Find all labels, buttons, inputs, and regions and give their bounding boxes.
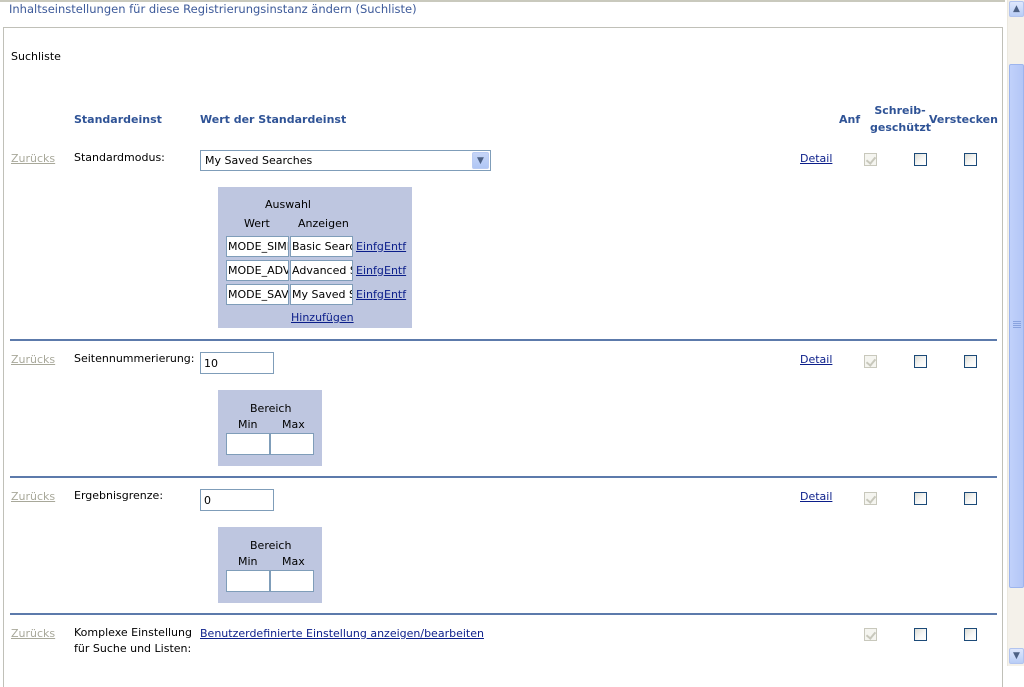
readonly-checkbox-complex[interactable]	[914, 628, 927, 641]
readonly-checkbox-paging[interactable]	[914, 355, 927, 368]
mode-select[interactable]: My Saved Searches ▼	[200, 150, 491, 171]
range-min-label: Min	[238, 418, 258, 431]
choice-display-input[interactable]: My Saved Searches	[290, 284, 353, 305]
choice-insert-link[interactable]: Einfg	[356, 264, 384, 277]
header-default-value: Wert der Standardeinst	[200, 113, 347, 126]
mode-label: Standardmodus:	[74, 151, 165, 164]
page-title: Inhaltseinstellungen für diese Registrie…	[9, 2, 417, 16]
row-separator	[10, 613, 997, 615]
choice-delete-link[interactable]: Entf	[384, 288, 406, 301]
choice-delete-link[interactable]: Entf	[384, 264, 406, 277]
choices-col-display: Anzeigen	[298, 217, 349, 230]
range-max-input[interactable]	[270, 433, 314, 455]
detail-link-result-limit[interactable]: Detail	[800, 490, 832, 503]
choice-display-input[interactable]: Advanced Search	[290, 260, 353, 281]
header-hide: Verstecken	[929, 113, 998, 126]
range-min-input[interactable]	[226, 433, 270, 455]
reset-link-mode[interactable]: Zurücks	[11, 152, 55, 165]
detail-link-paging[interactable]: Detail	[800, 353, 832, 366]
range-max-label: Max	[282, 555, 305, 568]
required-checkbox-result-limit	[864, 492, 877, 505]
range-min-input[interactable]	[226, 570, 270, 592]
hide-checkbox-result-limit[interactable]	[964, 492, 977, 505]
chevron-up-icon: ▲	[1013, 4, 1020, 14]
chevron-down-icon: ▼	[1013, 651, 1020, 661]
range-max-input[interactable]	[270, 570, 314, 592]
hide-checkbox-mode[interactable]	[964, 153, 977, 166]
choice-insert-link[interactable]: Einfg	[356, 288, 384, 301]
custom-setting-link[interactable]: Benutzerdefinierte Einstellung anzeigen/…	[200, 627, 484, 640]
choices-col-value: Wert	[244, 217, 270, 230]
mode-select-value: My Saved Searches	[205, 154, 313, 167]
row-separator	[10, 476, 997, 478]
header-readonly-line1: Schreib-	[874, 104, 926, 117]
choice-display-input[interactable]: Basic Search	[290, 236, 353, 257]
range-title: Bereich	[250, 402, 292, 415]
hide-checkbox-paging[interactable]	[964, 355, 977, 368]
header-readonly-line2: geschützt	[870, 121, 931, 134]
detail-link-mode[interactable]: Detail	[800, 152, 832, 165]
range-box-result-limit: Bereich Min Max	[218, 527, 322, 603]
grip-icon	[1013, 321, 1021, 329]
choice-value-input[interactable]: MODE_SIMPLE	[226, 236, 289, 257]
result-limit-label: Ergebnisgrenze:	[74, 489, 164, 502]
readonly-checkbox-result-limit[interactable]	[914, 492, 927, 505]
header-readonly: Schreib- geschützt	[870, 102, 931, 136]
vertical-scrollbar[interactable]: ▲ ▼	[1007, 0, 1024, 666]
choice-delete-link[interactable]: Entf	[384, 240, 406, 253]
reset-link-paging[interactable]: Zurücks	[11, 353, 55, 366]
range-max-label: Max	[282, 418, 305, 431]
row-separator	[10, 339, 997, 341]
result-limit-input[interactable]: 0	[200, 489, 274, 511]
complex-label-line1: Komplexe Einstellung	[74, 626, 192, 639]
choice-insert-link[interactable]: Einfg	[356, 240, 384, 253]
paging-input[interactable]: 10	[200, 352, 274, 374]
section-title: Suchliste	[11, 50, 61, 63]
choice-add-link[interactable]: Hinzufügen	[291, 311, 354, 324]
choices-box: Auswahl Wert Anzeigen MODE_SIMPLE Basic …	[218, 187, 412, 328]
required-checkbox-paging	[864, 355, 877, 368]
range-box-paging: Bereich Min Max	[218, 390, 322, 466]
hide-checkbox-complex[interactable]	[964, 628, 977, 641]
scroll-down-button[interactable]: ▼	[1009, 648, 1024, 664]
header-required: Anf	[839, 113, 861, 126]
scroll-up-button[interactable]: ▲	[1009, 1, 1024, 17]
chevron-down-icon[interactable]: ▼	[472, 152, 489, 169]
paging-label: Seitennummerierung:	[74, 352, 195, 365]
choices-title: Auswahl	[265, 198, 311, 211]
choice-value-input[interactable]: MODE_SAVED	[226, 284, 289, 305]
scrollbar-thumb[interactable]	[1009, 64, 1024, 588]
required-checkbox-complex	[864, 628, 877, 641]
reset-link-complex[interactable]: Zurücks	[11, 627, 55, 640]
required-checkbox-mode	[864, 153, 877, 166]
range-title: Bereich	[250, 539, 292, 552]
complex-label-line2: für Suche und Listen:	[74, 642, 192, 655]
range-min-label: Min	[238, 555, 258, 568]
choice-value-input[interactable]: MODE_ADVANCED	[226, 260, 289, 281]
reset-link-result-limit[interactable]: Zurücks	[11, 490, 55, 503]
complex-label: Komplexe Einstellung für Suche und Liste…	[74, 625, 192, 657]
readonly-checkbox-mode[interactable]	[914, 153, 927, 166]
header-default-setting: Standardeinst	[74, 113, 162, 126]
